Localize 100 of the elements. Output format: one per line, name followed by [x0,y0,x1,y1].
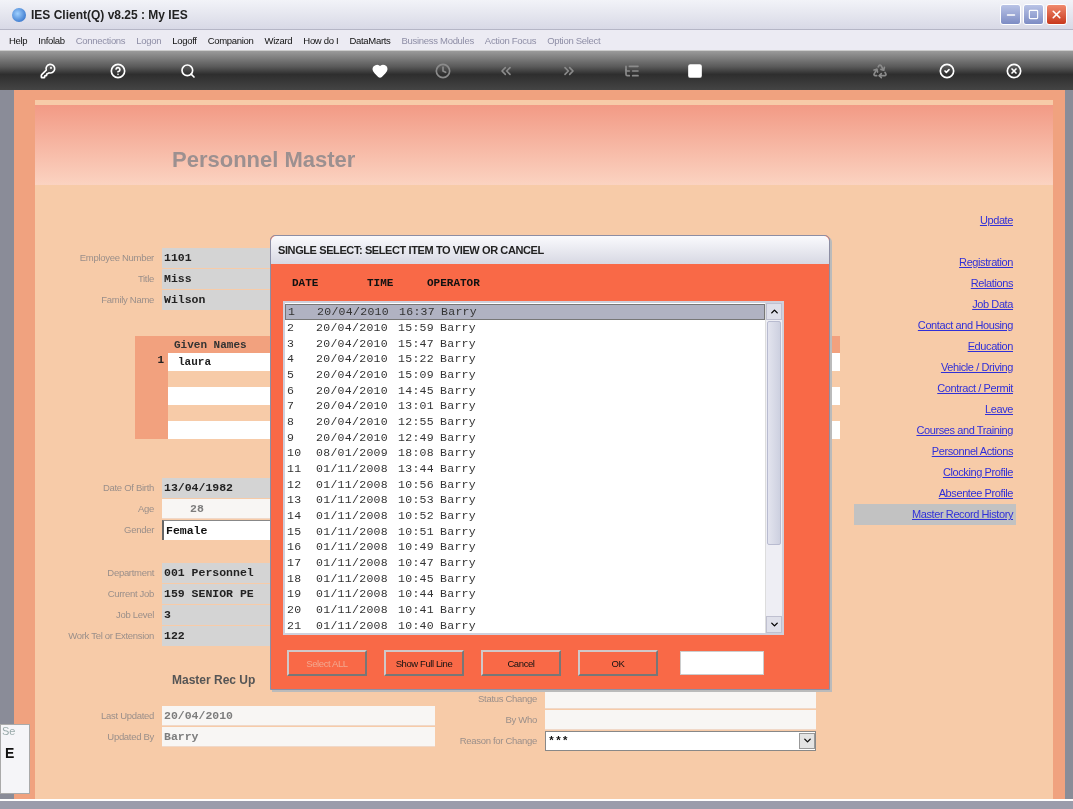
field-label: Job Level [115,609,155,620]
nav-link[interactable]: Absentee Profile [938,483,1016,504]
time-text: 18:08 [397,446,435,460]
row-number: 5 [286,368,296,381]
nav-link[interactable]: Update [979,210,1016,231]
menu-item[interactable]: Help [9,34,28,46]
section-title: Master Rec Up [172,672,257,689]
nav-link[interactable]: Registration [959,252,1016,273]
date-text: 20/04/2010 [315,321,389,334]
row-number: 19 [286,587,303,601]
list-row[interactable]: 16 01/11/2008 10:49 Barry [285,539,765,555]
scroll-up-icon[interactable] [766,303,782,320]
list-row[interactable]: 19 01/11/2008 10:44 Barry [285,586,765,602]
list-row[interactable]: 14 01/11/2008 10:52 Barry [285,507,765,524]
time-text: 10:51 [397,524,435,538]
row-number: 17 [286,556,303,570]
date-text: 01/11/2008 [315,462,389,476]
history-list[interactable] [283,301,784,635]
dialog-button[interactable]: Cancel [481,650,561,676]
field-label: Last Updated [100,710,155,721]
heart-icon[interactable] [372,62,388,79]
close-button[interactable] [1046,4,1067,25]
square-icon[interactable] [687,62,703,79]
date-text: 01/11/2008 [315,524,389,538]
row-number: 8 [286,415,296,429]
field-label: Family Name [100,294,155,305]
search-icon[interactable] [180,62,196,79]
list-row[interactable]: 8 20/04/2010 12:55 Barry [285,413,765,430]
scroll-thumb[interactable] [767,321,781,545]
field-label: Current Job [106,588,155,599]
row-number: 13 [286,493,303,507]
list-row[interactable]: 13 01/11/2008 10:53 Barry [285,492,765,508]
list-row[interactable]: 18 01/11/2008 10:45 Barry [285,570,765,587]
operator-text: Barry [439,446,477,460]
input-field[interactable]: 20/04/2010 [162,705,435,726]
nav-link[interactable]: Master Record History [854,504,1016,525]
list-row[interactable]: 17 01/11/2008 10:47 Barry [285,554,765,571]
time-text: 10:41 [397,603,435,617]
input-field[interactable] [545,709,816,730]
input-field[interactable]: Barry [162,726,435,747]
nav-link[interactable]: Contact and Housing [917,315,1016,336]
row-number: 21 [286,618,303,632]
row-number: 14 [286,509,303,523]
nav-link[interactable]: Contract / Permit [937,378,1016,399]
close-icon[interactable] [1006,62,1022,79]
nav-link[interactable]: Job Data [972,294,1016,315]
field-label: Reason for Change [458,735,538,746]
dialog-button[interactable]: OK [578,650,658,676]
column-header: OPERATOR [427,276,481,289]
list-row[interactable]: 2 20/04/2010 15:59 Barry [285,319,765,336]
time-text: 10:53 [397,493,435,507]
operator-text: Barry [439,462,477,476]
time-text: 10:56 [397,477,435,491]
minimize-button[interactable] [1000,4,1021,25]
time-text: 15:59 [397,321,435,334]
list-row[interactable]: 6 20/04/2010 14:45 Barry [285,382,765,399]
list-row[interactable]: 4 20/04/2010 15:22 Barry [285,351,765,367]
row-number: 1 [156,354,165,368]
date-text: 20/04/2010 [316,305,390,319]
field-label: Employee Number [78,252,155,263]
menu-item[interactable]: DataMarts [349,34,391,46]
list-row[interactable]: 5 20/04/2010 15:09 Barry [285,366,765,383]
menu-item[interactable]: Companion [207,34,254,46]
scroll-down-icon[interactable] [766,616,782,633]
nav-link[interactable]: Relations [970,273,1016,294]
list-row[interactable]: 11 01/11/2008 13:44 Barry [285,460,765,477]
menu-item[interactable]: Logoff [172,34,197,46]
list-row[interactable]: 1 20/04/2010 16:37 Barry [285,304,765,320]
help-icon[interactable] [110,62,126,79]
date-text: 20/04/2010 [315,430,389,444]
list-row[interactable]: 7 20/04/2010 13:01 Barry [285,398,765,414]
menu-item[interactable]: Infolab [38,34,65,46]
list-row[interactable]: 9 20/04/2010 12:49 Barry [285,429,765,446]
column-header: DATE [292,276,320,289]
list-row[interactable]: 10 08/01/2009 18:08 Barry [285,445,765,461]
field-label: Department [106,567,156,578]
scrollbar[interactable] [765,303,782,633]
list-row[interactable]: 15 01/11/2008 10:51 Barry [285,523,765,540]
nav-link[interactable]: Personnel Actions [931,441,1016,462]
date-text: 01/11/2008 [315,556,389,570]
dialog-title: SINGLE SELECT: SELECT ITEM TO VIEW OR CANCEL [271,236,829,264]
list-row[interactable]: 3 20/04/2010 15:47 Barry [285,335,765,351]
nav-link[interactable]: Vehicle / Driving [940,357,1016,378]
key-icon[interactable] [40,62,56,79]
menu-item[interactable]: How do I [303,34,339,46]
menu-item[interactable]: Wizard [264,34,293,46]
nav-link[interactable]: Courses and Training [916,420,1016,441]
input-field[interactable] [680,651,764,675]
dropdown[interactable]: *** [545,730,816,751]
check-icon[interactable] [939,62,955,79]
list-row[interactable]: 20 01/11/2008 10:41 Barry [285,601,765,618]
time-text: 10:49 [397,540,435,554]
nav-link[interactable]: Education [967,336,1016,357]
list-row[interactable]: 21 01/11/2008 10:40 Barry [285,617,765,634]
row-number: 12 [286,477,303,491]
nav-link[interactable]: Clocking Profile [942,462,1016,483]
dialog-button[interactable]: Show Full Line [384,650,464,676]
nav-link[interactable]: Leave [985,399,1016,420]
list-row[interactable]: 12 01/11/2008 10:56 Barry [285,476,765,493]
maximize-button[interactable] [1023,4,1044,25]
